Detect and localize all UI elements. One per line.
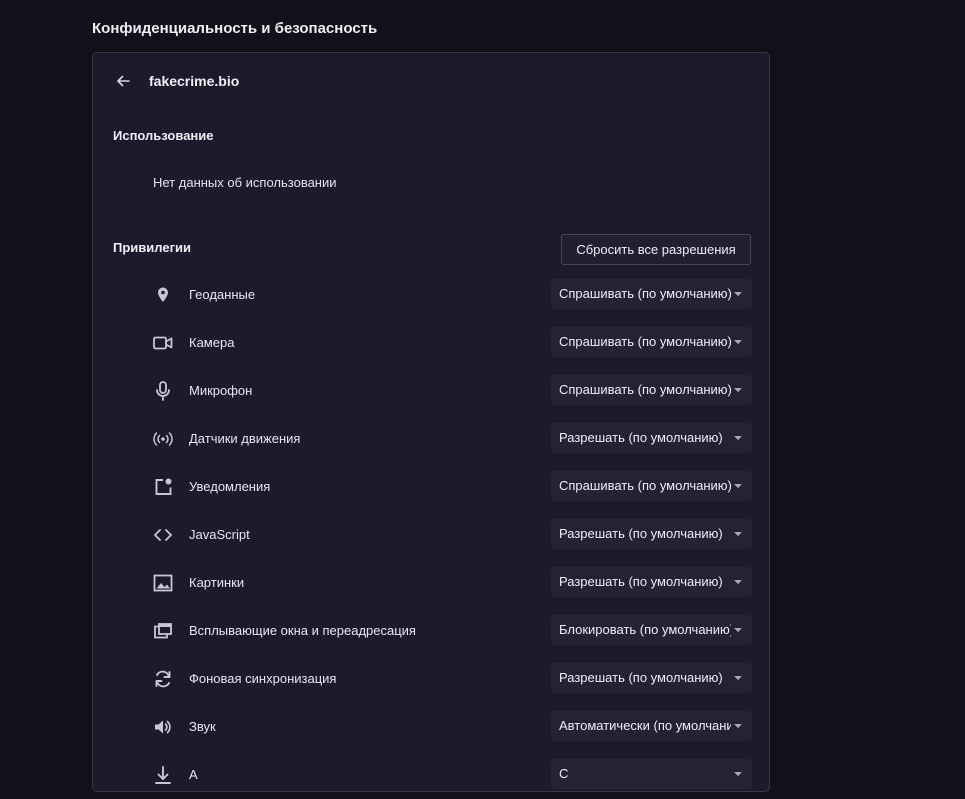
download-icon xyxy=(151,763,175,787)
permission-label: Камера xyxy=(189,335,235,350)
permission-row-notifications: Уведомления Спрашивать (по умолчанию) xyxy=(93,463,769,511)
permission-row-javascript: JavaScript Разрешать (по умолчанию) xyxy=(93,511,769,559)
select-value: С xyxy=(559,766,569,781)
motion-sensors-icon xyxy=(151,427,175,451)
select-value: Разрешать (по умолчанию) xyxy=(559,430,723,445)
select-value: Автоматически (по умолчанию) xyxy=(559,718,731,733)
location-pin-icon xyxy=(151,283,175,307)
back-button[interactable] xyxy=(109,67,137,95)
permission-select-microphone[interactable]: Спрашивать (по умолчанию) xyxy=(551,375,752,405)
image-icon xyxy=(151,571,175,595)
permissions-heading: Привилегии xyxy=(113,240,191,255)
caret-down-icon xyxy=(734,772,742,776)
select-value: Спрашивать (по умолчанию) xyxy=(559,334,731,349)
site-name: fakecrime.bio xyxy=(149,73,240,89)
microphone-icon xyxy=(151,379,175,403)
permission-label: А xyxy=(189,767,198,782)
caret-down-icon xyxy=(734,580,742,584)
permission-row-location: Геоданные Спрашивать (по умолчанию) xyxy=(93,271,769,319)
sync-icon xyxy=(151,667,175,691)
permission-select-images[interactable]: Разрешать (по умолчанию) xyxy=(551,567,752,597)
site-header: fakecrime.bio xyxy=(93,53,769,111)
permission-select-motion-sensors[interactable]: Разрешать (по умолчанию) xyxy=(551,423,752,453)
select-value: Разрешать (по умолчанию) xyxy=(559,670,723,685)
permissions-list: Геоданные Спрашивать (по умолчанию) Каме… xyxy=(93,271,769,799)
code-icon xyxy=(151,523,175,547)
select-value: Спрашивать (по умолчанию) xyxy=(559,382,731,397)
permission-label: Всплывающие окна и переадресация xyxy=(189,623,416,638)
permission-select-downloads[interactable]: С xyxy=(551,759,752,789)
permission-row-popups: Всплывающие окна и переадресация Блокиро… xyxy=(93,607,769,655)
permission-select-camera[interactable]: Спрашивать (по умолчанию) xyxy=(551,327,752,357)
caret-down-icon xyxy=(734,292,742,296)
select-value: Спрашивать (по умолчанию) xyxy=(559,286,731,301)
sound-icon xyxy=(151,715,175,739)
permission-select-popups[interactable]: Блокировать (по умолчанию) xyxy=(551,615,752,645)
select-value: Разрешать (по умолчанию) xyxy=(559,574,723,589)
permission-row-background-sync: Фоновая синхронизация Разрешать (по умол… xyxy=(93,655,769,703)
reset-permissions-button[interactable]: Сбросить все разрешения xyxy=(561,234,751,265)
permission-select-javascript[interactable]: Разрешать (по умолчанию) xyxy=(551,519,752,549)
caret-down-icon xyxy=(734,676,742,680)
caret-down-icon xyxy=(734,724,742,728)
permission-select-notifications[interactable]: Спрашивать (по умолчанию) xyxy=(551,471,752,501)
notifications-icon xyxy=(151,475,175,499)
arrow-left-icon xyxy=(115,73,131,89)
permission-select-background-sync[interactable]: Разрешать (по умолчанию) xyxy=(551,663,752,693)
caret-down-icon xyxy=(734,340,742,344)
permission-label: Датчики движения xyxy=(189,431,301,446)
camera-icon xyxy=(151,331,175,355)
popup-icon xyxy=(151,619,175,643)
select-value: Спрашивать (по умолчанию) xyxy=(559,478,731,493)
select-value: Блокировать (по умолчанию) xyxy=(559,622,731,637)
caret-down-icon xyxy=(734,388,742,392)
permission-select-sound[interactable]: Автоматически (по умолчанию) xyxy=(551,711,752,741)
permission-label: JavaScript xyxy=(189,527,250,542)
permission-row-sound: Звук Автоматически (по умолчанию) xyxy=(93,703,769,751)
permission-label: Уведомления xyxy=(189,479,271,494)
usage-text: Нет данных об использовании xyxy=(153,175,337,190)
permission-label: Геоданные xyxy=(189,287,256,302)
caret-down-icon xyxy=(734,628,742,632)
permission-row-camera: Камера Спрашивать (по умолчанию) xyxy=(93,319,769,367)
permission-label: Фоновая синхронизация xyxy=(189,671,337,686)
usage-heading: Использование xyxy=(113,128,214,143)
caret-down-icon xyxy=(734,436,742,440)
permission-row-images: Картинки Разрешать (по умолчанию) xyxy=(93,559,769,607)
caret-down-icon xyxy=(734,484,742,488)
permission-label: Картинки xyxy=(189,575,245,590)
permission-label: Микрофон xyxy=(189,383,253,398)
permission-select-location[interactable]: Спрашивать (по умолчанию) xyxy=(551,279,752,309)
page-title: Конфиденциальность и безопасность xyxy=(92,20,378,37)
select-value: Разрешать (по умолчанию) xyxy=(559,526,723,541)
caret-down-icon xyxy=(734,532,742,536)
permission-row-downloads: А С xyxy=(93,751,769,799)
site-settings-card: fakecrime.bio Использование Нет данных о… xyxy=(92,52,770,792)
permission-label: Звук xyxy=(189,719,216,734)
permission-row-motion-sensors: Датчики движения Разрешать (по умолчанию… xyxy=(93,415,769,463)
permission-row-microphone: Микрофон Спрашивать (по умолчанию) xyxy=(93,367,769,415)
